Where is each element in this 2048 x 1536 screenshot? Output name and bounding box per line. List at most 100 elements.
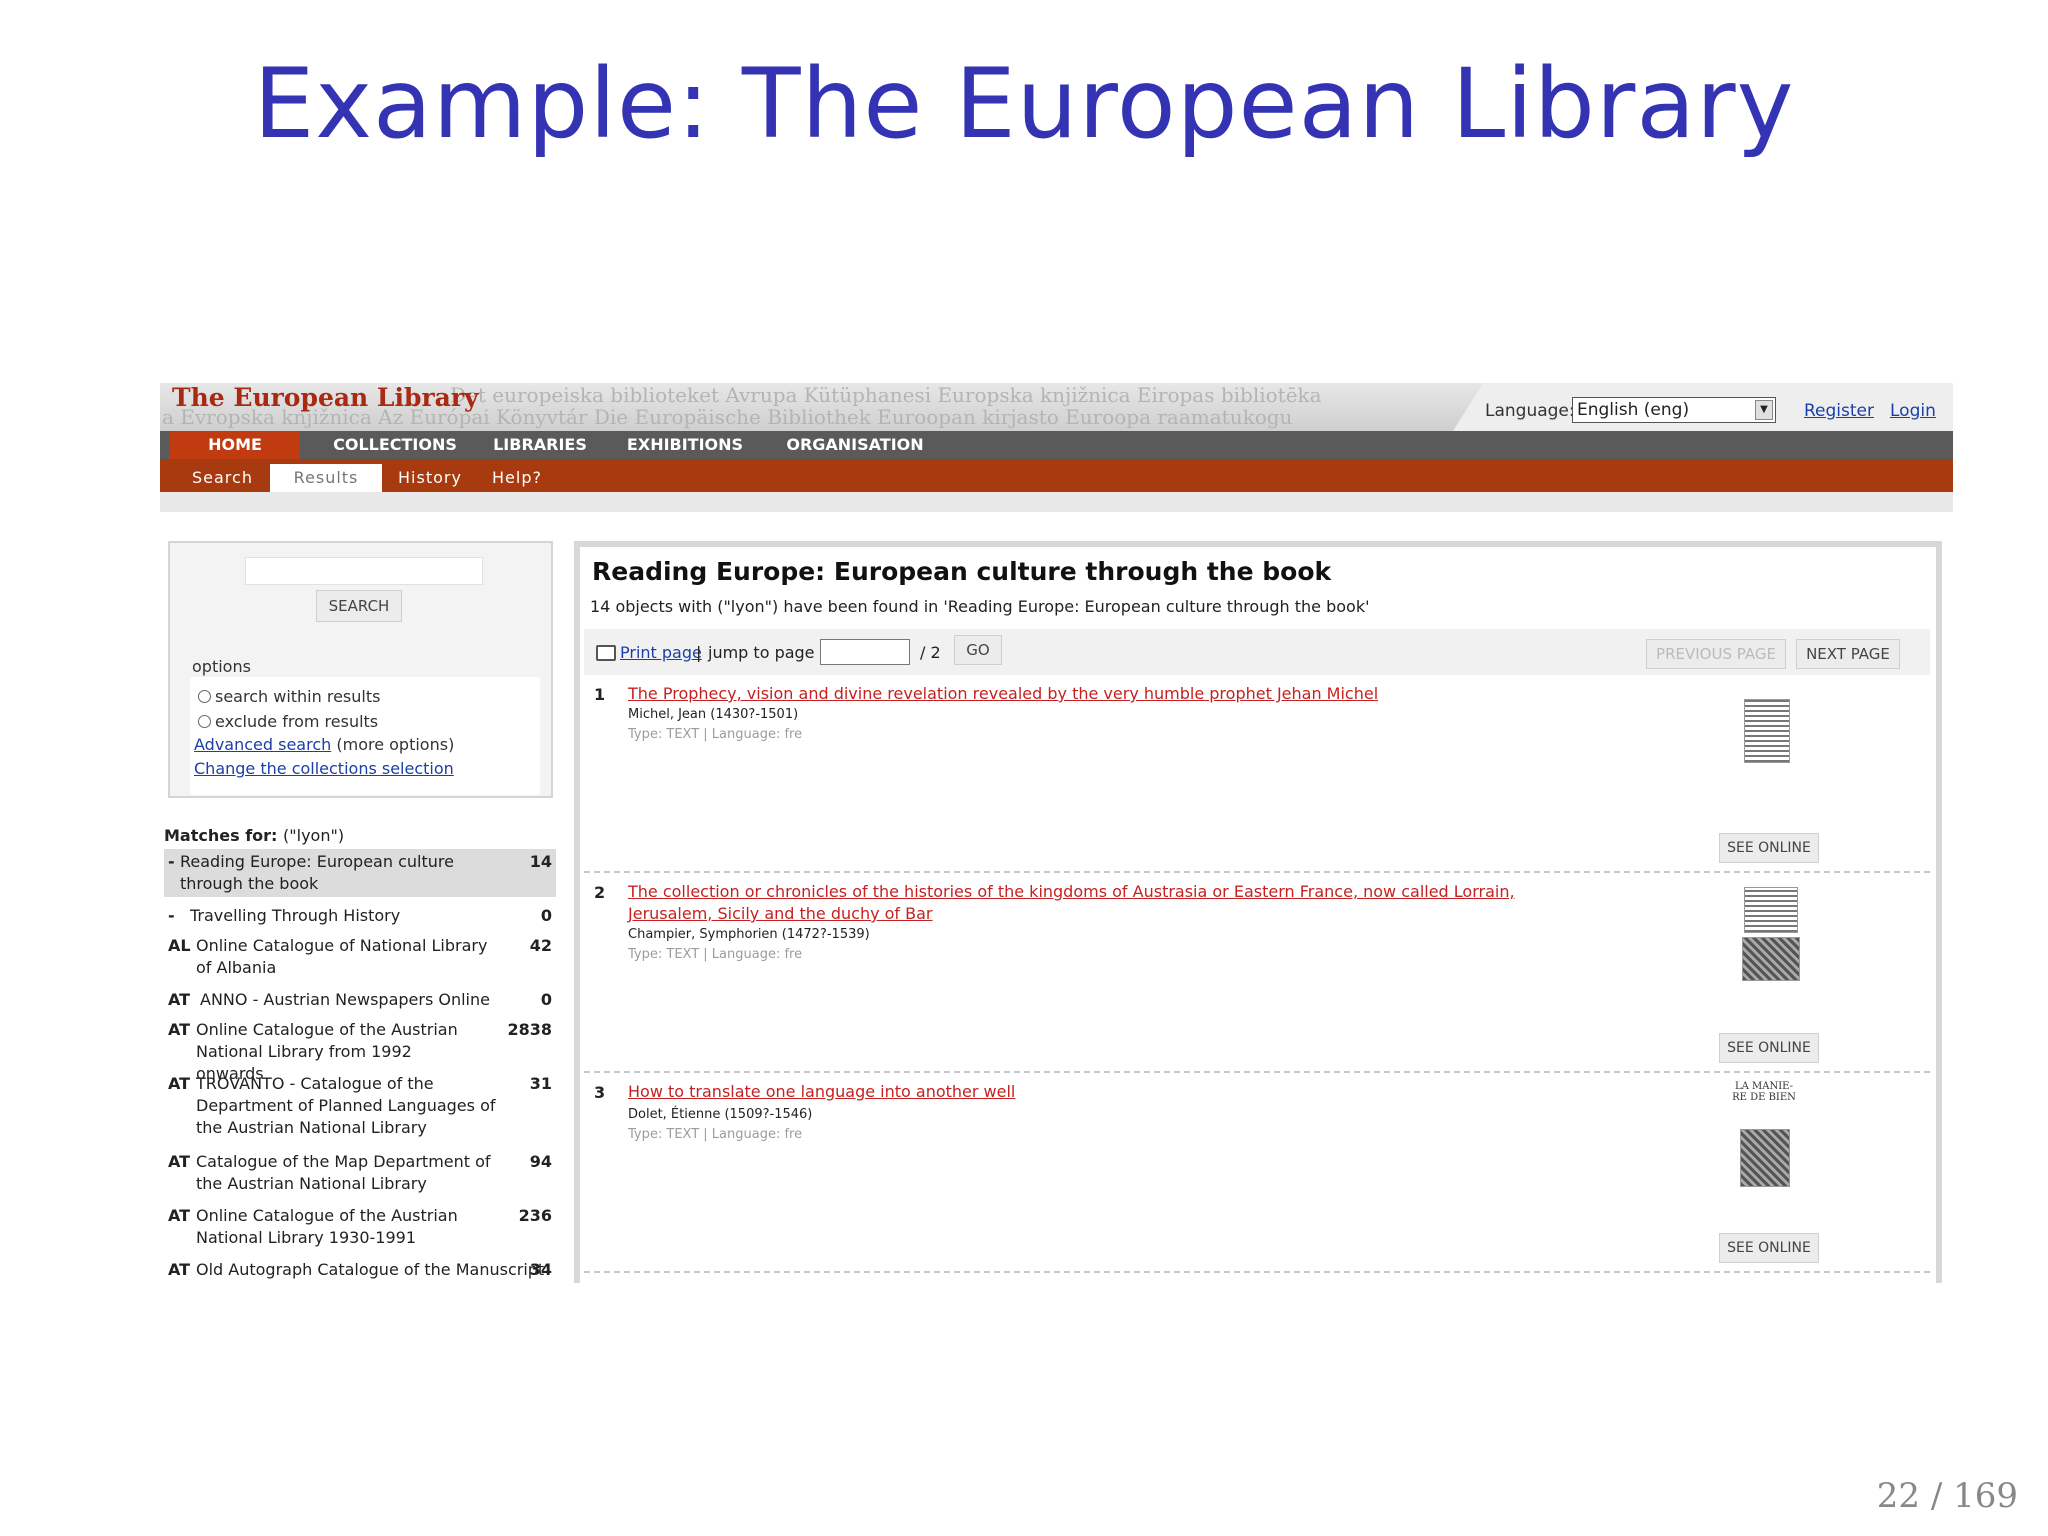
tab-results[interactable]: Results bbox=[270, 464, 382, 492]
sub-nav: Search Results History Help? bbox=[160, 459, 1953, 492]
collection-row[interactable]: AT Online Catalogue of the Austrian Nati… bbox=[164, 1017, 556, 1083]
search-panel: SEARCH options search within results exc… bbox=[168, 541, 553, 798]
brand-logo[interactable]: The European Library bbox=[172, 383, 479, 412]
collection-code: AT bbox=[168, 1074, 191, 1093]
collection-name: Online Catalogue of National Library of … bbox=[196, 936, 488, 977]
collection-count: 0 bbox=[540, 906, 552, 925]
option-exclude[interactable]: exclude from results bbox=[198, 712, 378, 731]
options-label: options bbox=[192, 657, 251, 676]
change-collections-row: Change the collections selection bbox=[194, 759, 454, 778]
advanced-search-row: Advanced search (more options) bbox=[194, 735, 454, 754]
radio-icon[interactable] bbox=[198, 690, 211, 703]
result-number: 3 bbox=[594, 1083, 606, 1102]
page-number: 22 / 169 bbox=[1876, 1476, 2018, 1516]
total-pages: / 2 bbox=[920, 643, 941, 662]
option-within[interactable]: search within results bbox=[198, 687, 380, 706]
pager-bar: Print page | jump to page / 2 GO PREVIOU… bbox=[584, 629, 1930, 675]
collection-count: 14 bbox=[529, 852, 552, 871]
collection-count: 0 bbox=[540, 990, 552, 1009]
language-select[interactable]: English (eng) ▼ bbox=[1572, 397, 1776, 423]
collection-row[interactable]: - Reading Europe: European culture throu… bbox=[164, 849, 556, 897]
collection-count: 2838 bbox=[507, 1020, 552, 1039]
language-value: English (eng) bbox=[1577, 400, 1690, 420]
collection-code: - bbox=[168, 906, 175, 925]
previous-page-button[interactable]: PREVIOUS PAGE bbox=[1646, 639, 1786, 669]
pager-separator: | bbox=[696, 643, 702, 662]
collection-row[interactable]: AT Old Autograph Catalogue of the Manusc… bbox=[164, 1257, 556, 1283]
login-link[interactable]: Login bbox=[1890, 401, 1936, 421]
jump-label: jump to page bbox=[708, 643, 815, 662]
results-title: Reading Europe: European culture through… bbox=[592, 557, 1332, 586]
collection-row[interactable]: AT TROVANTO - Catalogue of the Departmen… bbox=[164, 1071, 556, 1145]
printer-icon[interactable] bbox=[596, 645, 616, 661]
collection-name: ANNO - Austrian Newspapers Online bbox=[200, 990, 490, 1009]
jump-page-input[interactable] bbox=[820, 639, 910, 665]
result-thumbnail[interactable] bbox=[1742, 937, 1800, 981]
see-online-button[interactable]: SEE ONLINE bbox=[1719, 1033, 1819, 1063]
collection-code: - bbox=[168, 852, 175, 871]
tab-help[interactable]: Help? bbox=[492, 464, 542, 492]
result-title-link[interactable]: The collection or chronicles of the hist… bbox=[628, 881, 1528, 925]
result-title-link[interactable]: How to translate one language into anoth… bbox=[628, 1081, 1528, 1103]
collection-name: Old Autograph Catalogue of the Manuscrip… bbox=[196, 1260, 545, 1279]
nav-exhibitions[interactable]: EXHIBITIONS bbox=[615, 431, 755, 459]
search-input[interactable] bbox=[245, 557, 483, 585]
screenshot: Det europeiska biblioteket Avrupa Kütüph… bbox=[160, 383, 1953, 1283]
collection-count: 42 bbox=[529, 936, 552, 955]
matches-heading: Matches for: ("lyon") bbox=[164, 826, 344, 845]
next-page-button[interactable]: NEXT PAGE bbox=[1796, 639, 1900, 669]
register-link[interactable]: Register bbox=[1804, 401, 1874, 421]
change-collections-link[interactable]: Change the collections selection bbox=[194, 759, 454, 778]
result-title-link[interactable]: The Prophecy, vision and divine revelati… bbox=[628, 683, 1528, 705]
advanced-search-link[interactable]: Advanced search bbox=[194, 735, 331, 754]
nav-collections[interactable]: COLLECTIONS bbox=[320, 431, 470, 459]
collection-row[interactable]: - Travelling Through History 0 bbox=[164, 903, 556, 929]
result-author: Michel, Jean (1430?-1501) bbox=[628, 707, 799, 722]
slide-title: Example: The European Library bbox=[253, 48, 1795, 160]
collection-count: 31 bbox=[529, 1074, 552, 1093]
go-button[interactable]: GO bbox=[954, 635, 1002, 665]
collection-code: AT bbox=[168, 1020, 191, 1039]
search-button[interactable]: SEARCH bbox=[316, 590, 402, 622]
collection-name: Travelling Through History bbox=[190, 906, 401, 925]
tab-history[interactable]: History bbox=[398, 464, 462, 492]
collection-code: AT bbox=[168, 1152, 191, 1171]
collection-row[interactable]: AT Catalogue of the Map Department of th… bbox=[164, 1149, 556, 1199]
collection-name: Reading Europe: European culture through… bbox=[180, 852, 454, 893]
language-label: Language: bbox=[1485, 401, 1575, 421]
collection-code: AL bbox=[168, 936, 191, 955]
result-author: Champier, Symphorien (1472?-1539) bbox=[628, 927, 870, 942]
nav-libraries[interactable]: LIBRARIES bbox=[480, 431, 600, 459]
collection-count: 34 bbox=[529, 1260, 552, 1279]
tab-search[interactable]: Search bbox=[192, 464, 253, 492]
brand-translations-line1: Det europeiska biblioteket Avrupa Kütüph… bbox=[450, 383, 1322, 407]
nav-home[interactable]: HOME bbox=[170, 431, 300, 459]
result-thumbnail[interactable] bbox=[1740, 1129, 1790, 1187]
matches-query: ("lyon") bbox=[283, 826, 345, 845]
collection-row[interactable]: AL Online Catalogue of National Library … bbox=[164, 933, 556, 983]
see-online-button[interactable]: SEE ONLINE bbox=[1719, 833, 1819, 863]
collection-row[interactable]: AT Online Catalogue of the Austrian Nati… bbox=[164, 1203, 556, 1253]
result-meta: Type: TEXT | Language: fre bbox=[628, 947, 803, 962]
collection-code: AT bbox=[168, 1260, 191, 1279]
nav-underband bbox=[160, 492, 1953, 512]
print-page-link[interactable]: Print page bbox=[620, 643, 702, 662]
result-thumbnail[interactable] bbox=[1744, 699, 1790, 763]
chevron-down-icon[interactable]: ▼ bbox=[1755, 400, 1773, 420]
see-online-button[interactable]: SEE ONLINE bbox=[1719, 1233, 1819, 1263]
matches-label: Matches for: bbox=[164, 826, 278, 845]
results-panel: Reading Europe: European culture through… bbox=[574, 541, 1942, 1283]
radio-icon[interactable] bbox=[198, 715, 211, 728]
result-author: Dolet, Étienne (1509?-1546) bbox=[628, 1107, 813, 1122]
result-item: 2 The collection or chronicles of the hi… bbox=[584, 873, 1930, 1073]
result-thumbnail[interactable] bbox=[1744, 887, 1798, 933]
collection-name: Catalogue of the Map Department of the A… bbox=[196, 1152, 491, 1193]
collection-code: AT bbox=[168, 1206, 191, 1225]
collection-name: Online Catalogue of the Austrian Nationa… bbox=[196, 1206, 458, 1247]
nav-organisation[interactable]: ORGANISATION bbox=[770, 431, 940, 459]
result-number: 1 bbox=[594, 685, 606, 704]
collection-name: TROVANTO - Catalogue of the Department o… bbox=[196, 1074, 496, 1137]
collection-row[interactable]: AT ANNO - Austrian Newspapers Online 0 bbox=[164, 987, 556, 1013]
collection-count: 94 bbox=[529, 1152, 552, 1171]
advanced-search-suffix: (more options) bbox=[336, 735, 455, 754]
